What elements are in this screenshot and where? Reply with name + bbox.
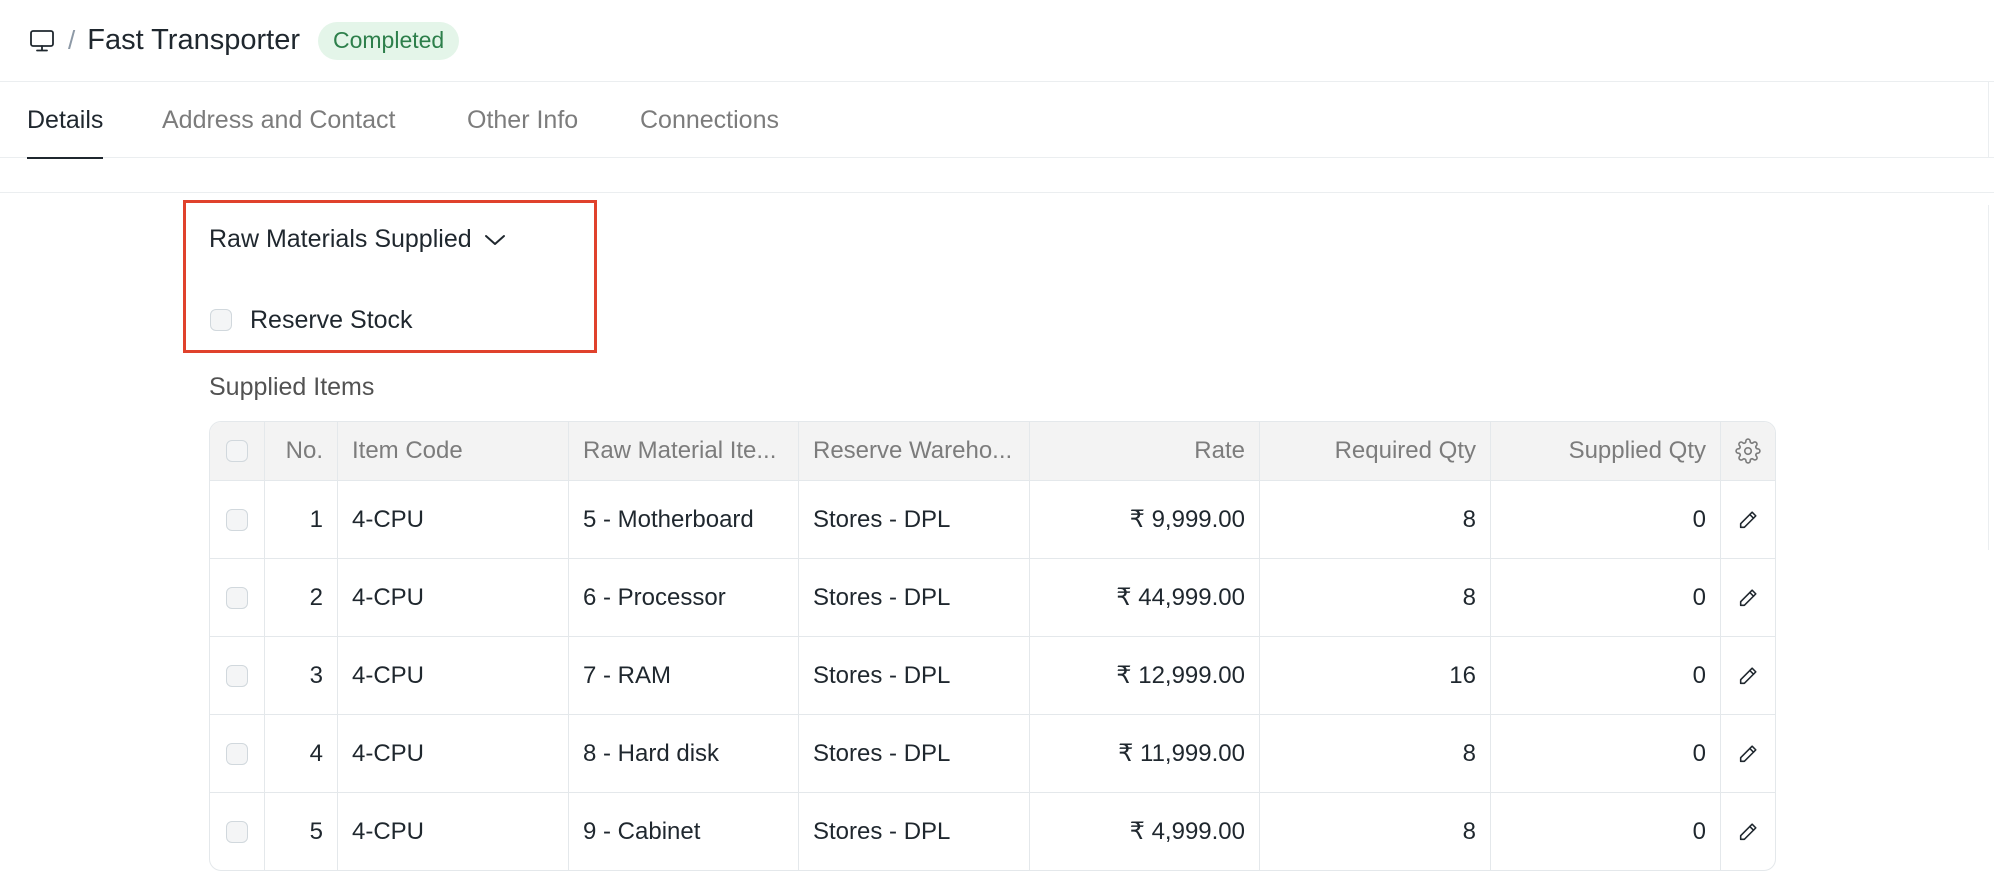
cell-required-qty[interactable]: 8	[1260, 793, 1491, 870]
edit-icon[interactable]	[1732, 738, 1764, 770]
cell-rate[interactable]: ₹ 4,999.00	[1030, 793, 1260, 870]
cell-item-code[interactable]: 4-CPU	[338, 715, 569, 792]
tab-connections[interactable]: Connections	[640, 82, 779, 158]
cell-rate[interactable]: ₹ 11,999.00	[1030, 715, 1260, 792]
edit-icon[interactable]	[1732, 582, 1764, 614]
cell-raw-material[interactable]: 6 - Processor	[569, 559, 799, 636]
monitor-icon[interactable]	[28, 27, 56, 55]
cell-required-qty[interactable]: 16	[1260, 637, 1491, 714]
edit-icon[interactable]	[1732, 816, 1764, 848]
row-select-cell	[210, 637, 265, 714]
reserve-stock-checkbox[interactable]	[210, 309, 232, 331]
cell-warehouse[interactable]: Stores - DPL	[799, 559, 1030, 636]
cell-rate[interactable]: ₹ 12,999.00	[1030, 637, 1260, 714]
cell-no: 2	[265, 559, 338, 636]
table-row[interactable]: 1 4-CPU 5 - Motherboard Stores - DPL ₹ 9…	[210, 480, 1775, 558]
supplied-items-label: Supplied Items	[209, 373, 375, 401]
section-divider	[0, 158, 1994, 193]
row-edit-cell	[1721, 715, 1775, 792]
divider	[1988, 205, 1989, 550]
cell-required-qty[interactable]: 8	[1260, 559, 1491, 636]
cell-required-qty[interactable]: 8	[1260, 715, 1491, 792]
status-badge: Completed	[317, 21, 460, 60]
table-row[interactable]: 2 4-CPU 6 - Processor Stores - DPL ₹ 44,…	[210, 558, 1775, 636]
cell-supplied-qty[interactable]: 0	[1491, 559, 1721, 636]
cell-raw-material[interactable]: 7 - RAM	[569, 637, 799, 714]
cell-rate[interactable]: ₹ 9,999.00	[1030, 481, 1260, 558]
table-header: No. Item Code Raw Material Ite... Reserv…	[210, 422, 1775, 480]
cell-supplied-qty[interactable]: 0	[1491, 793, 1721, 870]
row-checkbox[interactable]	[226, 742, 248, 765]
cell-supplied-qty[interactable]: 0	[1491, 481, 1721, 558]
cell-raw-material[interactable]: 8 - Hard disk	[569, 715, 799, 792]
cell-no: 1	[265, 481, 338, 558]
row-select-cell	[210, 715, 265, 792]
cell-no: 4	[265, 715, 338, 792]
row-edit-cell	[1721, 559, 1775, 636]
column-header-reserve-warehouse: Reserve Wareho...	[799, 422, 1030, 480]
reserve-stock-label: Reserve Stock	[250, 305, 413, 334]
column-header-required-qty: Required Qty	[1260, 422, 1491, 480]
cell-supplied-qty[interactable]: 0	[1491, 637, 1721, 714]
section-title: Raw Materials Supplied	[209, 224, 472, 253]
select-all-checkbox[interactable]	[226, 440, 248, 462]
row-edit-cell	[1721, 637, 1775, 714]
edit-icon[interactable]	[1732, 504, 1764, 536]
supplied-items-table: No. Item Code Raw Material Ite... Reserv…	[209, 421, 1776, 871]
column-header-raw-material-item: Raw Material Ite...	[569, 422, 799, 480]
cell-warehouse[interactable]: Stores - DPL	[799, 481, 1030, 558]
gear-icon[interactable]	[1732, 435, 1764, 467]
table-row[interactable]: 4 4-CPU 8 - Hard disk Stores - DPL ₹ 11,…	[210, 714, 1775, 792]
cell-rate[interactable]: ₹ 44,999.00	[1030, 559, 1260, 636]
tab-other-info[interactable]: Other Info	[467, 82, 578, 158]
table-row[interactable]: 3 4-CPU 7 - RAM Stores - DPL ₹ 12,999.00…	[210, 636, 1775, 714]
cell-item-code[interactable]: 4-CPU	[338, 559, 569, 636]
cell-warehouse[interactable]: Stores - DPL	[799, 637, 1030, 714]
row-select-cell	[210, 559, 265, 636]
cell-supplied-qty[interactable]: 0	[1491, 715, 1721, 792]
column-header-item-code: Item Code	[338, 422, 569, 480]
section-toggle-raw-materials-supplied[interactable]: Raw Materials Supplied	[209, 222, 506, 256]
row-checkbox[interactable]	[226, 586, 248, 609]
tab-address-and-contact[interactable]: Address and Contact	[162, 82, 395, 158]
cell-warehouse[interactable]: Stores - DPL	[799, 715, 1030, 792]
cell-no: 3	[265, 637, 338, 714]
cell-raw-material[interactable]: 9 - Cabinet	[569, 793, 799, 870]
tab-bar: Details Address and Contact Other Info C…	[0, 82, 1994, 159]
reserve-stock-field[interactable]: Reserve Stock	[210, 303, 413, 337]
page-title: Fast Transporter	[87, 24, 300, 56]
column-header-supplied-qty: Supplied Qty	[1491, 422, 1721, 480]
tab-details[interactable]: Details	[27, 82, 104, 159]
divider	[1988, 82, 1989, 158]
select-all-cell	[210, 422, 265, 480]
column-header-no: No.	[265, 422, 338, 480]
row-checkbox[interactable]	[226, 508, 248, 531]
chevron-down-icon	[484, 225, 506, 254]
column-header-rate: Rate	[1030, 422, 1260, 480]
breadcrumb-separator: /	[68, 25, 76, 55]
row-checkbox[interactable]	[226, 664, 248, 687]
column-settings-cell	[1721, 422, 1775, 480]
cell-item-code[interactable]: 4-CPU	[338, 793, 569, 870]
cell-raw-material[interactable]: 5 - Motherboard	[569, 481, 799, 558]
cell-item-code[interactable]: 4-CPU	[338, 481, 569, 558]
cell-required-qty[interactable]: 8	[1260, 481, 1491, 558]
cell-no: 5	[265, 793, 338, 870]
cell-item-code[interactable]: 4-CPU	[338, 637, 569, 714]
edit-icon[interactable]	[1732, 660, 1764, 692]
table-row[interactable]: 5 4-CPU 9 - Cabinet Stores - DPL ₹ 4,999…	[210, 792, 1775, 870]
row-edit-cell	[1721, 793, 1775, 870]
row-checkbox[interactable]	[226, 820, 248, 843]
row-select-cell	[210, 481, 265, 558]
cell-warehouse[interactable]: Stores - DPL	[799, 793, 1030, 870]
row-select-cell	[210, 793, 265, 870]
row-edit-cell	[1721, 481, 1775, 558]
page-header: / Fast Transporter Completed	[0, 0, 1994, 82]
